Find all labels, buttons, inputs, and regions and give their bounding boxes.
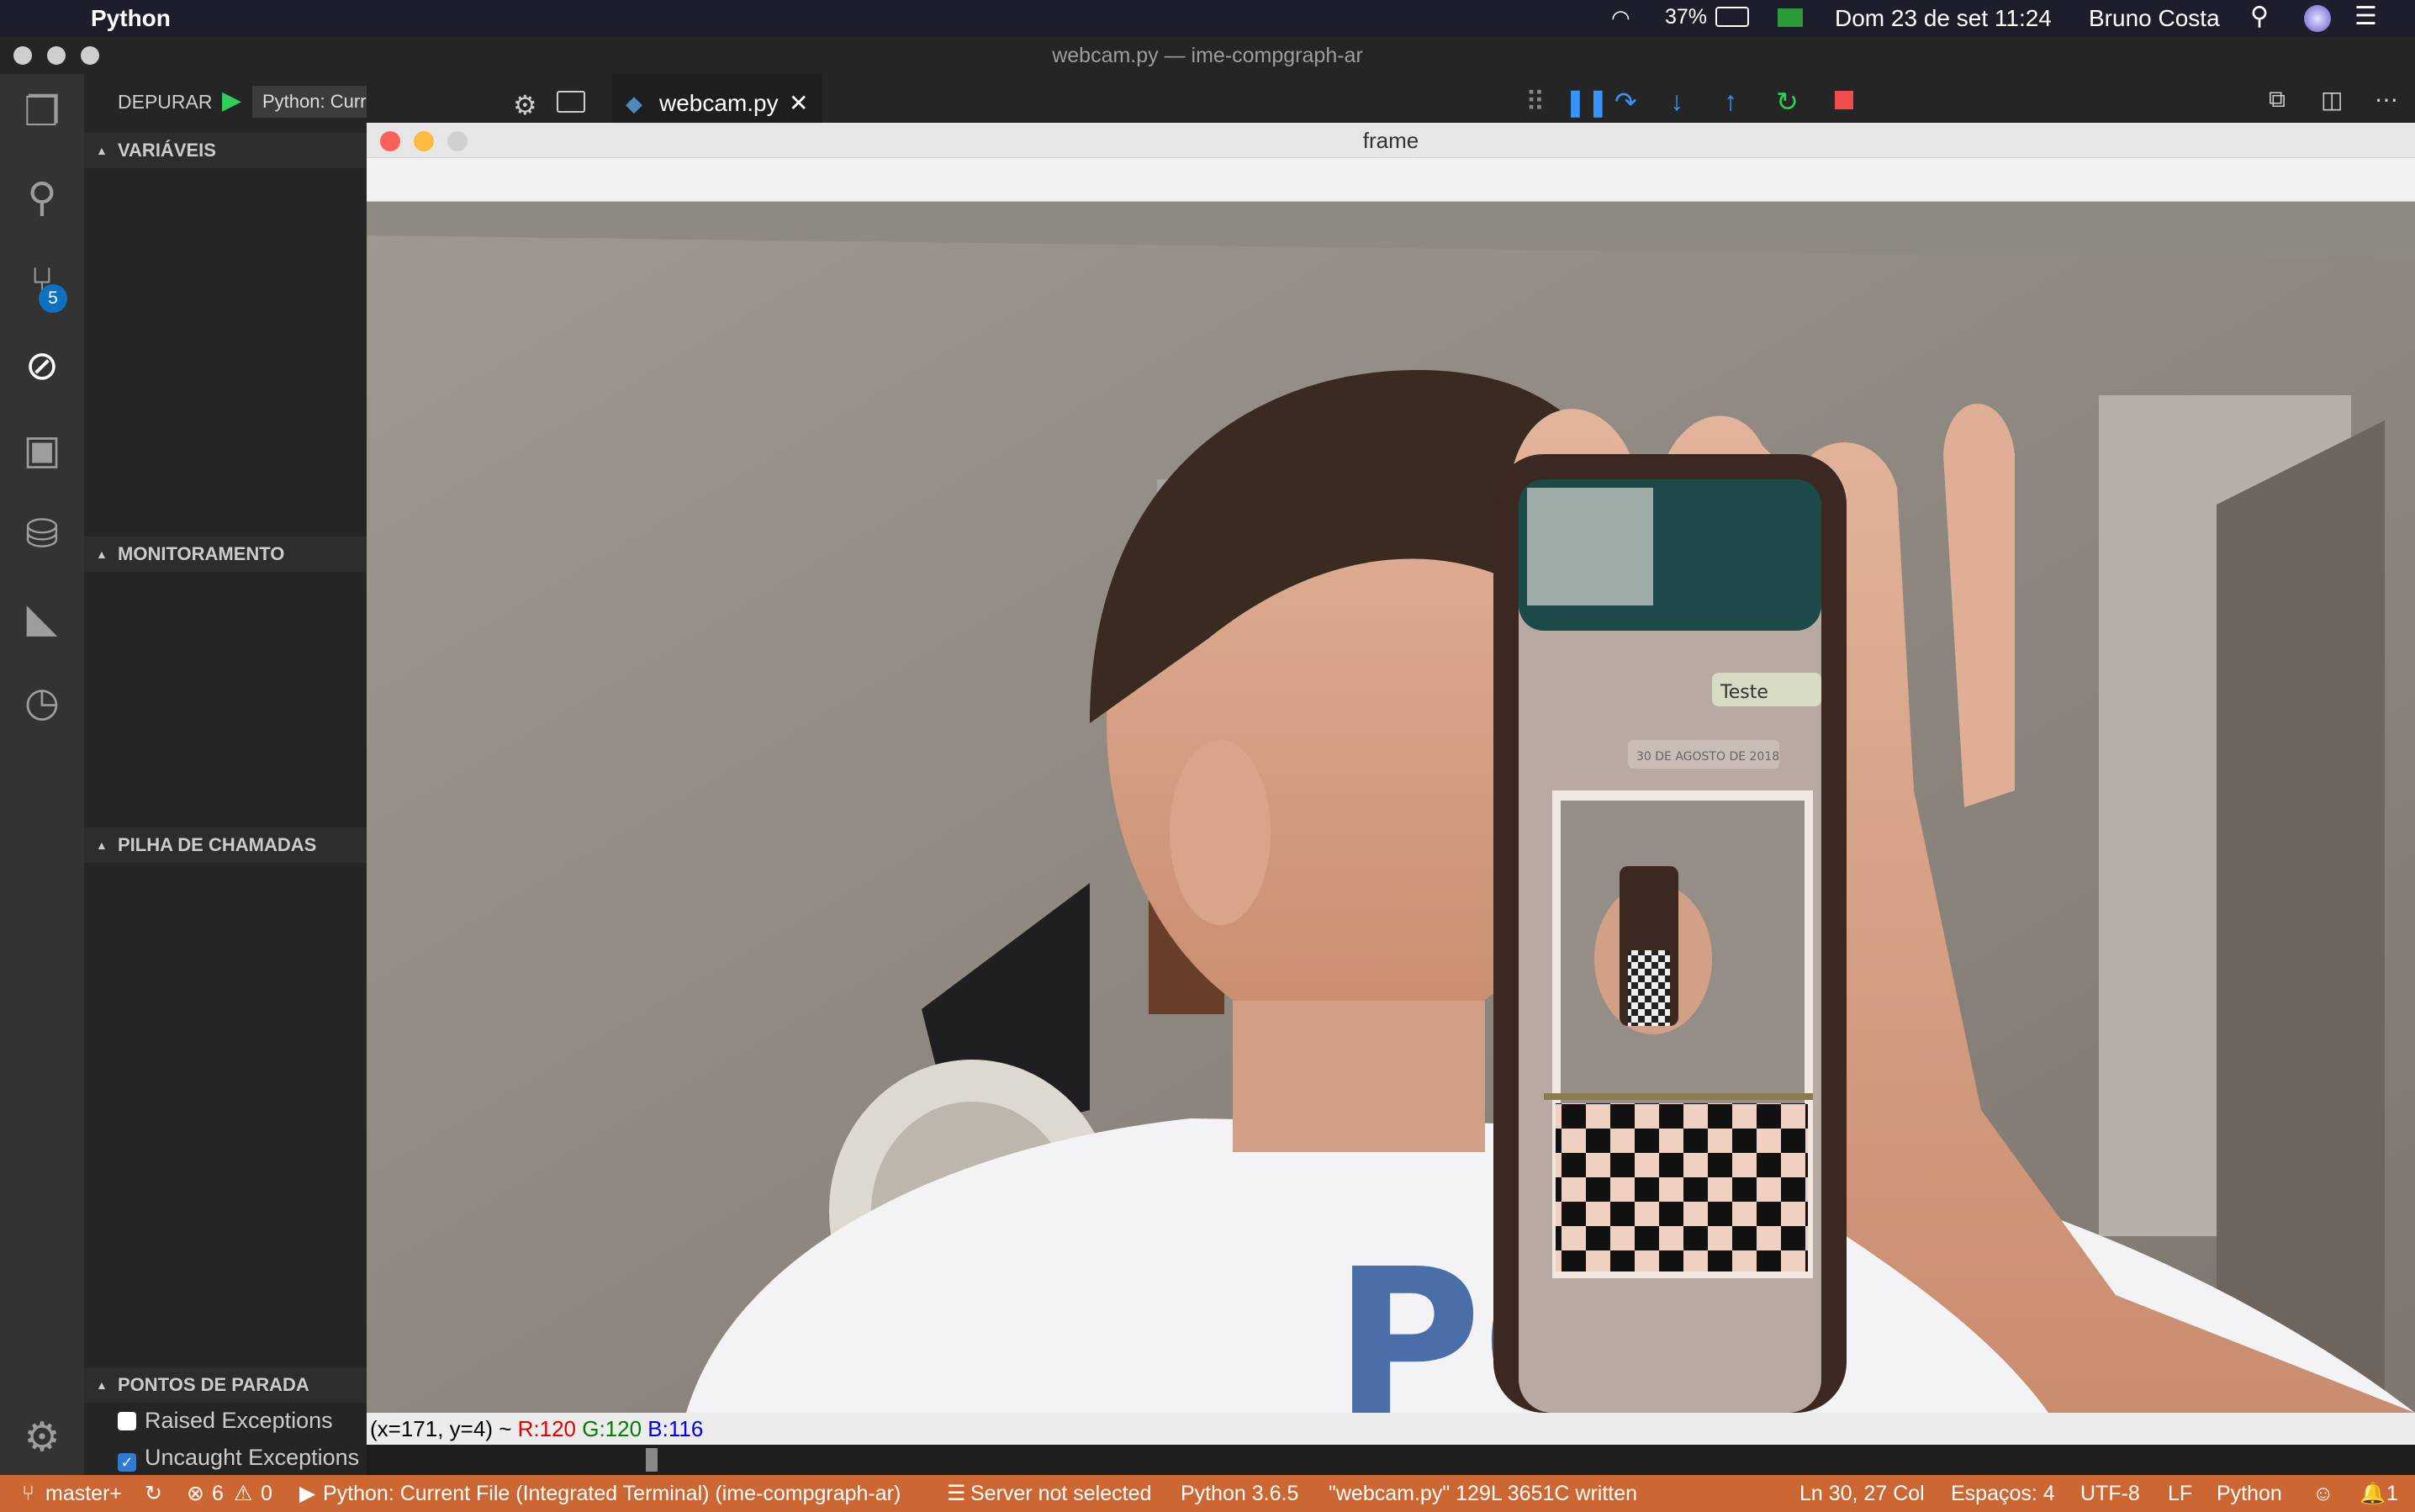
drag-handle-icon[interactable]: ⠿ — [1525, 86, 1545, 118]
warning-icon[interactable]: ⚠ — [234, 1475, 252, 1512]
run-config[interactable]: Python: Current File (Integrated Termina… — [323, 1475, 901, 1512]
sync-icon[interactable]: ↻ — [145, 1475, 162, 1512]
window-title: webcam.py — ime-compgraph-ar — [1052, 44, 1363, 67]
collapse-triangle-icon: ▲ — [96, 547, 108, 561]
phone-message-text: Teste — [1720, 682, 1768, 703]
feedback-smiley-icon[interactable]: ☺ — [2312, 1475, 2334, 1512]
debug-label: DEPURAR — [118, 91, 213, 113]
line-ending[interactable]: LF — [2168, 1475, 2192, 1512]
stop-icon[interactable] — [1835, 91, 1853, 109]
checkbox-checked[interactable]: ✓ — [118, 1453, 136, 1472]
encoding[interactable]: UTF-8 — [2080, 1475, 2140, 1512]
debug-toolbar: DEPURAR ▶ Python: Current File (In ↕ — [84, 74, 405, 133]
git-branch[interactable]: master+ — [45, 1475, 122, 1512]
pixel-blue: B:116 — [647, 1416, 704, 1441]
wifi-icon[interactable]: ◠ — [1611, 5, 1630, 31]
status-bar: ⑂ master+ ↻ ⊗ 6 ⚠ 0 ▶ Python: Current Fi… — [0, 1475, 2415, 1512]
run-icon[interactable]: ▶ — [299, 1475, 315, 1512]
webcam-image[interactable]: PO Teste 30 DE AGOSTO DE 2018 — [367, 202, 2415, 1413]
explorer-icon[interactable]: ❐ — [15, 86, 69, 140]
warning-count[interactable]: 0 — [261, 1475, 272, 1512]
macos-menubar: Python ◠ 37% Dom 23 de set 11:24 Bruno C… — [0, 0, 2415, 37]
vim-status: "webcam.py" 129L 3651C written — [1329, 1482, 1638, 1505]
cursor-position[interactable]: Ln 30, 27 Col — [1799, 1475, 1925, 1512]
collapse-triangle-icon: ▲ — [96, 838, 108, 852]
errors-icon[interactable]: ⊗ — [187, 1475, 204, 1512]
settings-gear-icon[interactable]: ⚙ — [15, 1411, 69, 1465]
terraform-icon[interactable]: ◣ — [15, 592, 69, 646]
git-branch-icon[interactable]: ⑂ — [22, 1475, 34, 1512]
collapse-triangle-icon: ▲ — [96, 1378, 108, 1392]
breakpoint-uncaught-exceptions[interactable]: ✓ Uncaught Exceptions — [118, 1445, 359, 1472]
clock[interactable]: Dom 23 de set 11:24 — [1835, 5, 2052, 32]
debug-sidebar: DEPURAR ▶ Python: Current File (In ↕ ▲VA… — [84, 74, 405, 1475]
debug-settings-gear-icon[interactable]: ⚙ — [513, 89, 537, 121]
database-icon[interactable]: ⛁ — [15, 508, 69, 562]
phone-date-text: 30 DE AGOSTO DE 2018 — [1636, 750, 1779, 764]
error-count[interactable]: 6 — [212, 1475, 224, 1512]
spotlight-icon[interactable]: ⚲ — [2250, 2, 2269, 31]
source-control-badge: 5 — [39, 284, 67, 313]
pixel-coords: (x=171, y=4) ~ — [370, 1416, 518, 1441]
language-mode[interactable]: Python — [2217, 1475, 2282, 1512]
checkbox-unchecked[interactable] — [118, 1412, 136, 1430]
frame-toolbar — [367, 158, 2415, 202]
user-name[interactable]: Bruno Costa — [2089, 5, 2220, 32]
terminal-cursor — [646, 1448, 658, 1472]
battery-icon[interactable] — [1715, 7, 1749, 27]
notification-count[interactable]: 1 — [2386, 1475, 2398, 1512]
debug-icon[interactable]: ⊘ — [15, 340, 69, 394]
variables-header[interactable]: ▲ VARIÁVEIS — [84, 133, 367, 168]
bell-icon[interactable]: 🔔 — [2360, 1475, 2386, 1512]
open-changes-icon[interactable]: ⧉ — [2269, 86, 2286, 114]
search-icon[interactable]: ⚲ — [15, 172, 69, 225]
breakpoint-raised-exceptions[interactable]: Raised Exceptions — [118, 1408, 333, 1434]
pixel-info-line: (x=171, y=4) ~ R:120 G:120 B:116 — [367, 1413, 2415, 1445]
more-actions-icon[interactable]: ⋯ — [2375, 86, 2398, 114]
server-icon[interactable]: ☰ — [947, 1475, 965, 1512]
webcam-scene: PO Teste 30 DE AGOSTO DE 2018 — [367, 202, 2415, 1413]
activity-bar: ❐ ⚲ ⑂ 5 ⊘ ▣ ⛁ ◣ ◷ ⚙ — [0, 74, 84, 1475]
extensions-icon[interactable]: ▣ — [15, 424, 69, 478]
pause-icon[interactable]: ❚❚ — [1564, 86, 1609, 118]
frame-titlebar: frame — [367, 123, 2415, 158]
step-over-icon[interactable]: ↷ — [1614, 86, 1637, 118]
frame-title: frame — [1362, 128, 1419, 153]
history-icon[interactable]: ◷ — [15, 676, 69, 730]
restart-icon[interactable]: ↻ — [1776, 86, 1799, 118]
server-status[interactable]: Server not selected — [970, 1475, 1151, 1512]
breakpoints-header[interactable]: ▲ PONTOS DE PARADA — [84, 1367, 367, 1403]
call-stack-header[interactable]: ▲ PILHA DE CHAMADAS — [84, 827, 367, 863]
collapse-triangle-icon: ▲ — [96, 144, 108, 157]
watch-header[interactable]: ▲ MONITORAMENTO — [84, 537, 367, 572]
debug-console-icon[interactable] — [557, 91, 585, 113]
split-editor-icon[interactable]: ◫ — [2321, 86, 2343, 114]
flag-icon[interactable] — [1778, 8, 1803, 27]
opencv-frame-window: frame PO Teste 30 DE AGOSTO DE 2018 (x=1… — [367, 123, 2415, 1445]
window-titlebar: webcam.py — ime-compgraph-ar — [0, 37, 2415, 74]
step-out-icon[interactable]: ↑ — [1724, 86, 1737, 117]
indentation[interactable]: Espaços: 4 — [1951, 1475, 2055, 1512]
notification-center-icon[interactable]: ☰ — [2354, 2, 2377, 31]
app-name[interactable]: Python — [91, 5, 171, 32]
pixel-green: G:120 — [582, 1416, 642, 1441]
step-into-icon[interactable]: ↓ — [1670, 86, 1683, 117]
python-interpreter[interactable]: Python 3.6.5 — [1181, 1475, 1298, 1512]
start-debug-icon[interactable]: ▶ — [222, 86, 241, 115]
siri-icon[interactable] — [2304, 5, 2331, 32]
battery-percent: 37% — [1665, 5, 1708, 29]
pixel-red: R:120 — [517, 1416, 576, 1441]
